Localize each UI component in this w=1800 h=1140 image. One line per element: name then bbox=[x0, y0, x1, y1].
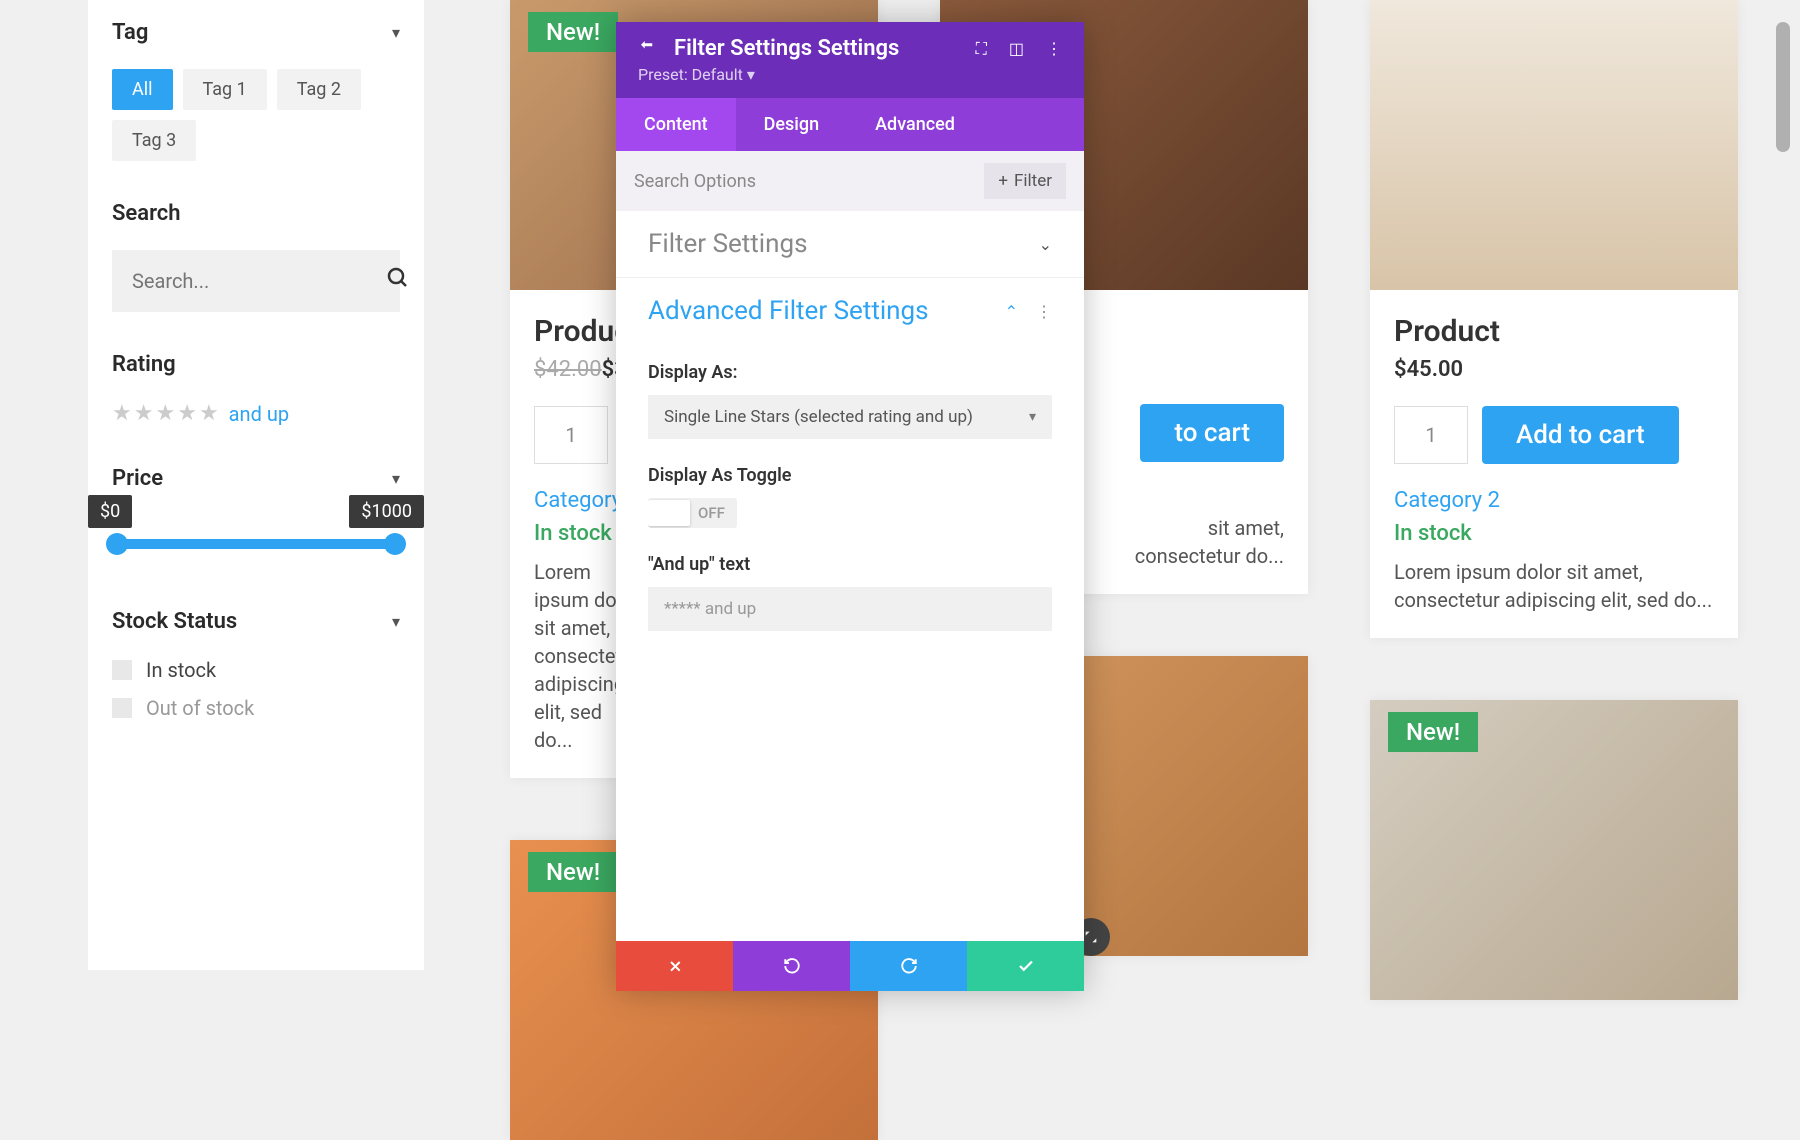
chevron-down-icon: ⌄ bbox=[1039, 235, 1052, 254]
modal-tabs: Content Design Advanced bbox=[616, 98, 1084, 151]
plus-icon: + bbox=[998, 171, 1008, 191]
price-old: $42.00 bbox=[534, 357, 602, 382]
chevron-down-icon[interactable]: ▾ bbox=[392, 469, 400, 488]
stock-section: Stock Status ▾ In stock Out of stock bbox=[112, 609, 400, 720]
columns-icon[interactable]: ◫ bbox=[1009, 39, 1024, 58]
redo-button[interactable] bbox=[850, 941, 967, 991]
display-as-select[interactable]: Single Line Stars (selected rating and u… bbox=[648, 395, 1052, 439]
modal-footer bbox=[616, 941, 1084, 991]
product-image[interactable] bbox=[1370, 0, 1738, 290]
new-badge: New! bbox=[528, 12, 618, 52]
expand-icon[interactable]: ⛶ bbox=[976, 39, 987, 59]
andup-label: "And up" text bbox=[648, 554, 1052, 575]
search-options-input[interactable]: Search Options bbox=[634, 171, 756, 192]
product-description: Lorem ipsum dolor sit amet, consectetur … bbox=[1394, 558, 1714, 614]
price-section: Price ▾ $0 $1000 bbox=[112, 466, 400, 549]
price-title: Price bbox=[112, 466, 163, 491]
stock-status: In stock bbox=[1394, 521, 1714, 546]
stock-option-outofstock[interactable]: Out of stock bbox=[112, 696, 400, 720]
tag-1[interactable]: Tag 1 bbox=[183, 69, 267, 110]
product-image[interactable]: New! bbox=[1370, 700, 1738, 1000]
chevron-up-icon: ⌃ bbox=[1005, 302, 1018, 321]
modal-header: Filter Settings Settings ⛶ ◫ ⋮ Preset: D… bbox=[616, 22, 1084, 98]
tag-2[interactable]: Tag 2 bbox=[277, 69, 361, 110]
tag-section: Tag ▾ All Tag 1 Tag 2 Tag 3 bbox=[112, 20, 400, 161]
cancel-button[interactable] bbox=[616, 941, 733, 991]
search-icon[interactable] bbox=[386, 266, 410, 296]
save-button[interactable] bbox=[967, 941, 1084, 991]
preset-selector[interactable]: Preset: Default ▾ bbox=[638, 65, 1062, 84]
filter-button[interactable]: + Filter bbox=[984, 163, 1066, 199]
more-icon[interactable]: ⋮ bbox=[1046, 39, 1062, 58]
display-toggle[interactable]: OFF bbox=[648, 498, 737, 528]
advanced-filter-settings-section[interactable]: Advanced Filter Settings ⌃ ⋮ bbox=[616, 278, 1084, 344]
checkbox-icon[interactable] bbox=[112, 660, 132, 680]
quantity-input[interactable]: 1 bbox=[534, 406, 608, 464]
slider-handle-min[interactable] bbox=[106, 533, 128, 555]
filter-sidebar: Tag ▾ All Tag 1 Tag 2 Tag 3 Search Ratin… bbox=[88, 0, 424, 970]
toggle-switch[interactable] bbox=[648, 500, 690, 526]
new-badge: New! bbox=[528, 852, 618, 892]
stock-option-instock[interactable]: In stock bbox=[112, 658, 400, 682]
filter-settings-section[interactable]: Filter Settings ⌄ bbox=[616, 211, 1084, 278]
checkbox-icon[interactable] bbox=[112, 698, 132, 718]
product-title[interactable]: Product bbox=[1394, 314, 1714, 349]
price-min-label: $0 bbox=[88, 495, 132, 528]
select-caret-icon: ▾ bbox=[1029, 409, 1036, 425]
tab-advanced[interactable]: Advanced bbox=[847, 98, 983, 151]
stock-label: In stock bbox=[146, 658, 216, 682]
back-icon[interactable] bbox=[638, 38, 656, 60]
price-slider[interactable]: $0 $1000 bbox=[112, 539, 400, 549]
search-section: Search bbox=[112, 201, 400, 312]
rating-text: and up bbox=[229, 402, 289, 426]
display-as-label: Display As: bbox=[648, 362, 1052, 383]
filter-settings-modal: Filter Settings Settings ⛶ ◫ ⋮ Preset: D… bbox=[616, 22, 1084, 991]
category-link[interactable]: Category 2 bbox=[1394, 488, 1714, 513]
rating-title: Rating bbox=[112, 352, 176, 377]
tag-3[interactable]: Tag 3 bbox=[112, 120, 196, 161]
stock-label: Out of stock bbox=[146, 696, 254, 720]
stars-icon: ★★★★★ bbox=[112, 401, 219, 426]
price-max-label: $1000 bbox=[349, 495, 424, 528]
rating-section: Rating ★★★★★ and up bbox=[112, 352, 400, 426]
andup-input[interactable]: ***** and up bbox=[648, 587, 1052, 631]
rating-row[interactable]: ★★★★★ and up bbox=[112, 401, 400, 426]
product-price: $45.00 bbox=[1394, 357, 1463, 382]
display-toggle-label: Display As Toggle bbox=[648, 465, 1052, 486]
new-badge: New! bbox=[1388, 712, 1478, 752]
tab-content[interactable]: Content bbox=[616, 98, 736, 151]
scrollbar[interactable] bbox=[1776, 22, 1790, 152]
search-filter-row: Search Options + Filter bbox=[616, 151, 1084, 211]
settings-body: Display As: Single Line Stars (selected … bbox=[616, 362, 1084, 661]
tab-design[interactable]: Design bbox=[736, 98, 847, 151]
chevron-down-icon[interactable]: ▾ bbox=[392, 23, 400, 42]
quantity-input[interactable]: 1 bbox=[1394, 406, 1468, 464]
search-input[interactable] bbox=[132, 269, 386, 293]
chevron-down-icon[interactable]: ▾ bbox=[392, 612, 400, 631]
stock-title: Stock Status bbox=[112, 609, 237, 634]
tag-title: Tag bbox=[112, 20, 148, 45]
more-icon[interactable]: ⋮ bbox=[1036, 302, 1052, 321]
slider-handle-max[interactable] bbox=[384, 533, 406, 555]
search-title: Search bbox=[112, 201, 181, 226]
modal-title: Filter Settings Settings bbox=[674, 36, 958, 61]
product-card: Product $45.00 1 Add to cart Category 2 … bbox=[1370, 0, 1738, 638]
tag-all[interactable]: All bbox=[112, 69, 173, 110]
undo-button[interactable] bbox=[733, 941, 850, 991]
add-to-cart-button[interactable]: Add to cart bbox=[1482, 406, 1679, 464]
add-to-cart-button[interactable]: to cart bbox=[1140, 404, 1284, 462]
search-box bbox=[112, 250, 400, 312]
product-card: New! bbox=[1370, 700, 1738, 1000]
